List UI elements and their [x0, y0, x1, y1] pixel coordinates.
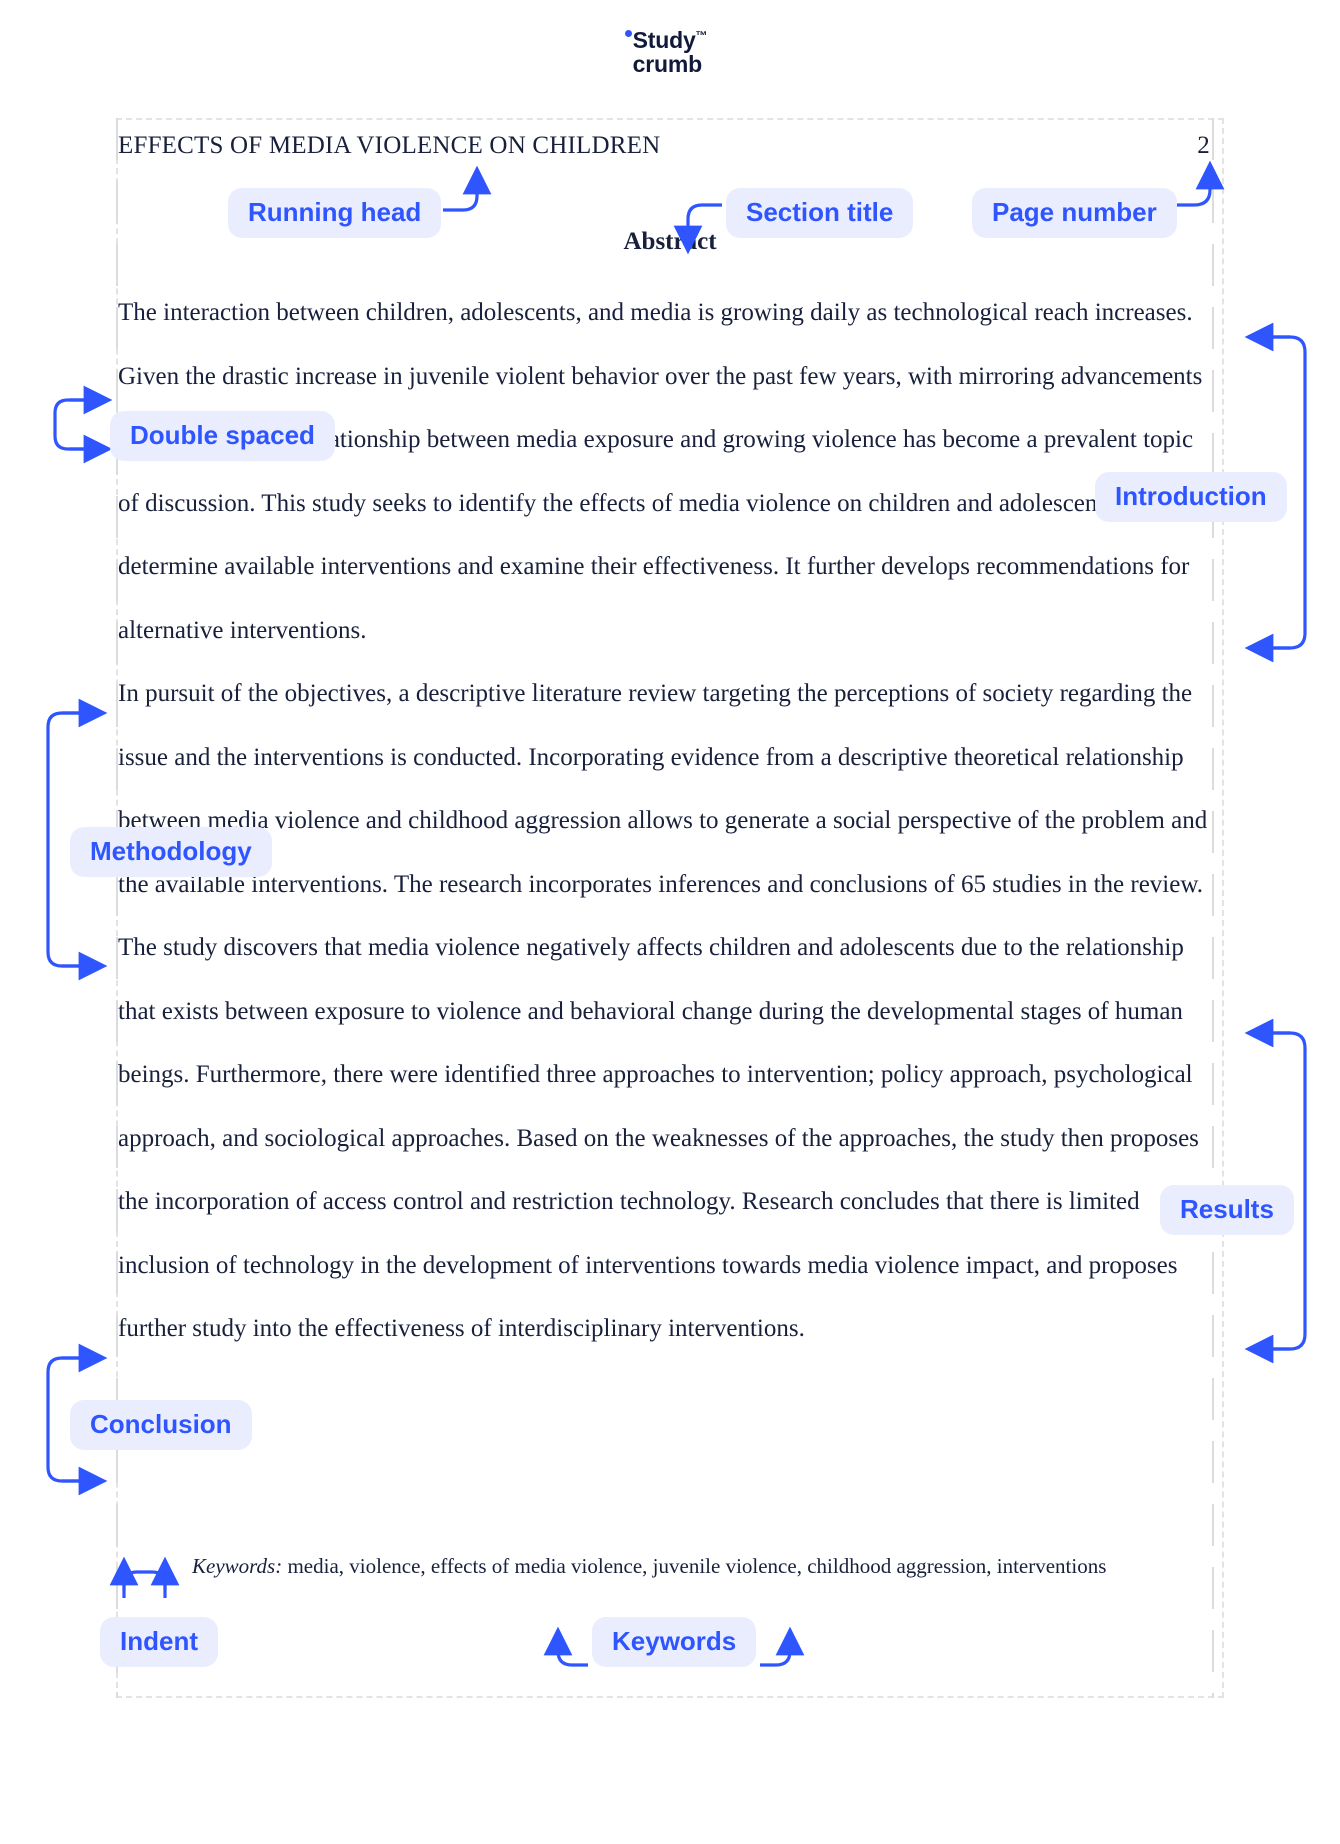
annotation-label-indent[interactable]: Indent [100, 1617, 218, 1667]
running-head-text: EFFECTS OF MEDIA VIOLENCE ON CHILDREN [118, 132, 661, 159]
brand-dot-icon [624, 30, 632, 37]
paragraph-methodology: In pursuit of the objectives, a descript… [118, 680, 1208, 898]
keywords-label: Keywords: [192, 1554, 283, 1578]
annotation-label-keywords[interactable]: Keywords [592, 1617, 757, 1667]
paragraph-results-conclusion: The study discovers that media violence … [118, 934, 1199, 1342]
right-margin-guide [1212, 118, 1214, 1698]
brand-logo-text: Study™ crumb [624, 27, 708, 78]
brand-name-line1: Study [632, 27, 696, 53]
page-number-text: 2 [1197, 132, 1210, 159]
document-page: EFFECTS OF MEDIA VIOLENCE ON CHILDREN 2 … [116, 118, 1224, 1698]
keywords-list: media, violence, effects of media violen… [282, 1554, 1107, 1578]
keywords-paragraph: Keywords: media, violence, effects of me… [118, 1539, 1208, 1593]
annotation-label-page-number[interactable]: Page number [972, 188, 1177, 238]
annotation-label-double-spaced[interactable]: Double spaced [110, 411, 335, 461]
paragraph-introduction: The interaction between children, adoles… [118, 299, 1203, 644]
annotation-label-running-head[interactable]: Running head [228, 188, 442, 238]
brand-name-line2: crumb [632, 51, 702, 78]
brand-logo: Study™ crumb [0, 28, 1340, 77]
annotation-label-conclusion[interactable]: Conclusion [70, 1400, 252, 1450]
bracket-double-spaced [53, 398, 103, 451]
running-head-row: EFFECTS OF MEDIA VIOLENCE ON CHILDREN 2 [116, 132, 1224, 160]
annotation-label-results[interactable]: Results [1160, 1185, 1294, 1235]
annotation-label-section-title[interactable]: Section title [726, 188, 914, 238]
annotation-label-methodology[interactable]: Methodology [70, 827, 272, 877]
annotation-label-introduction[interactable]: Introduction [1095, 472, 1287, 522]
brand-trademark-icon: ™ [695, 28, 708, 43]
